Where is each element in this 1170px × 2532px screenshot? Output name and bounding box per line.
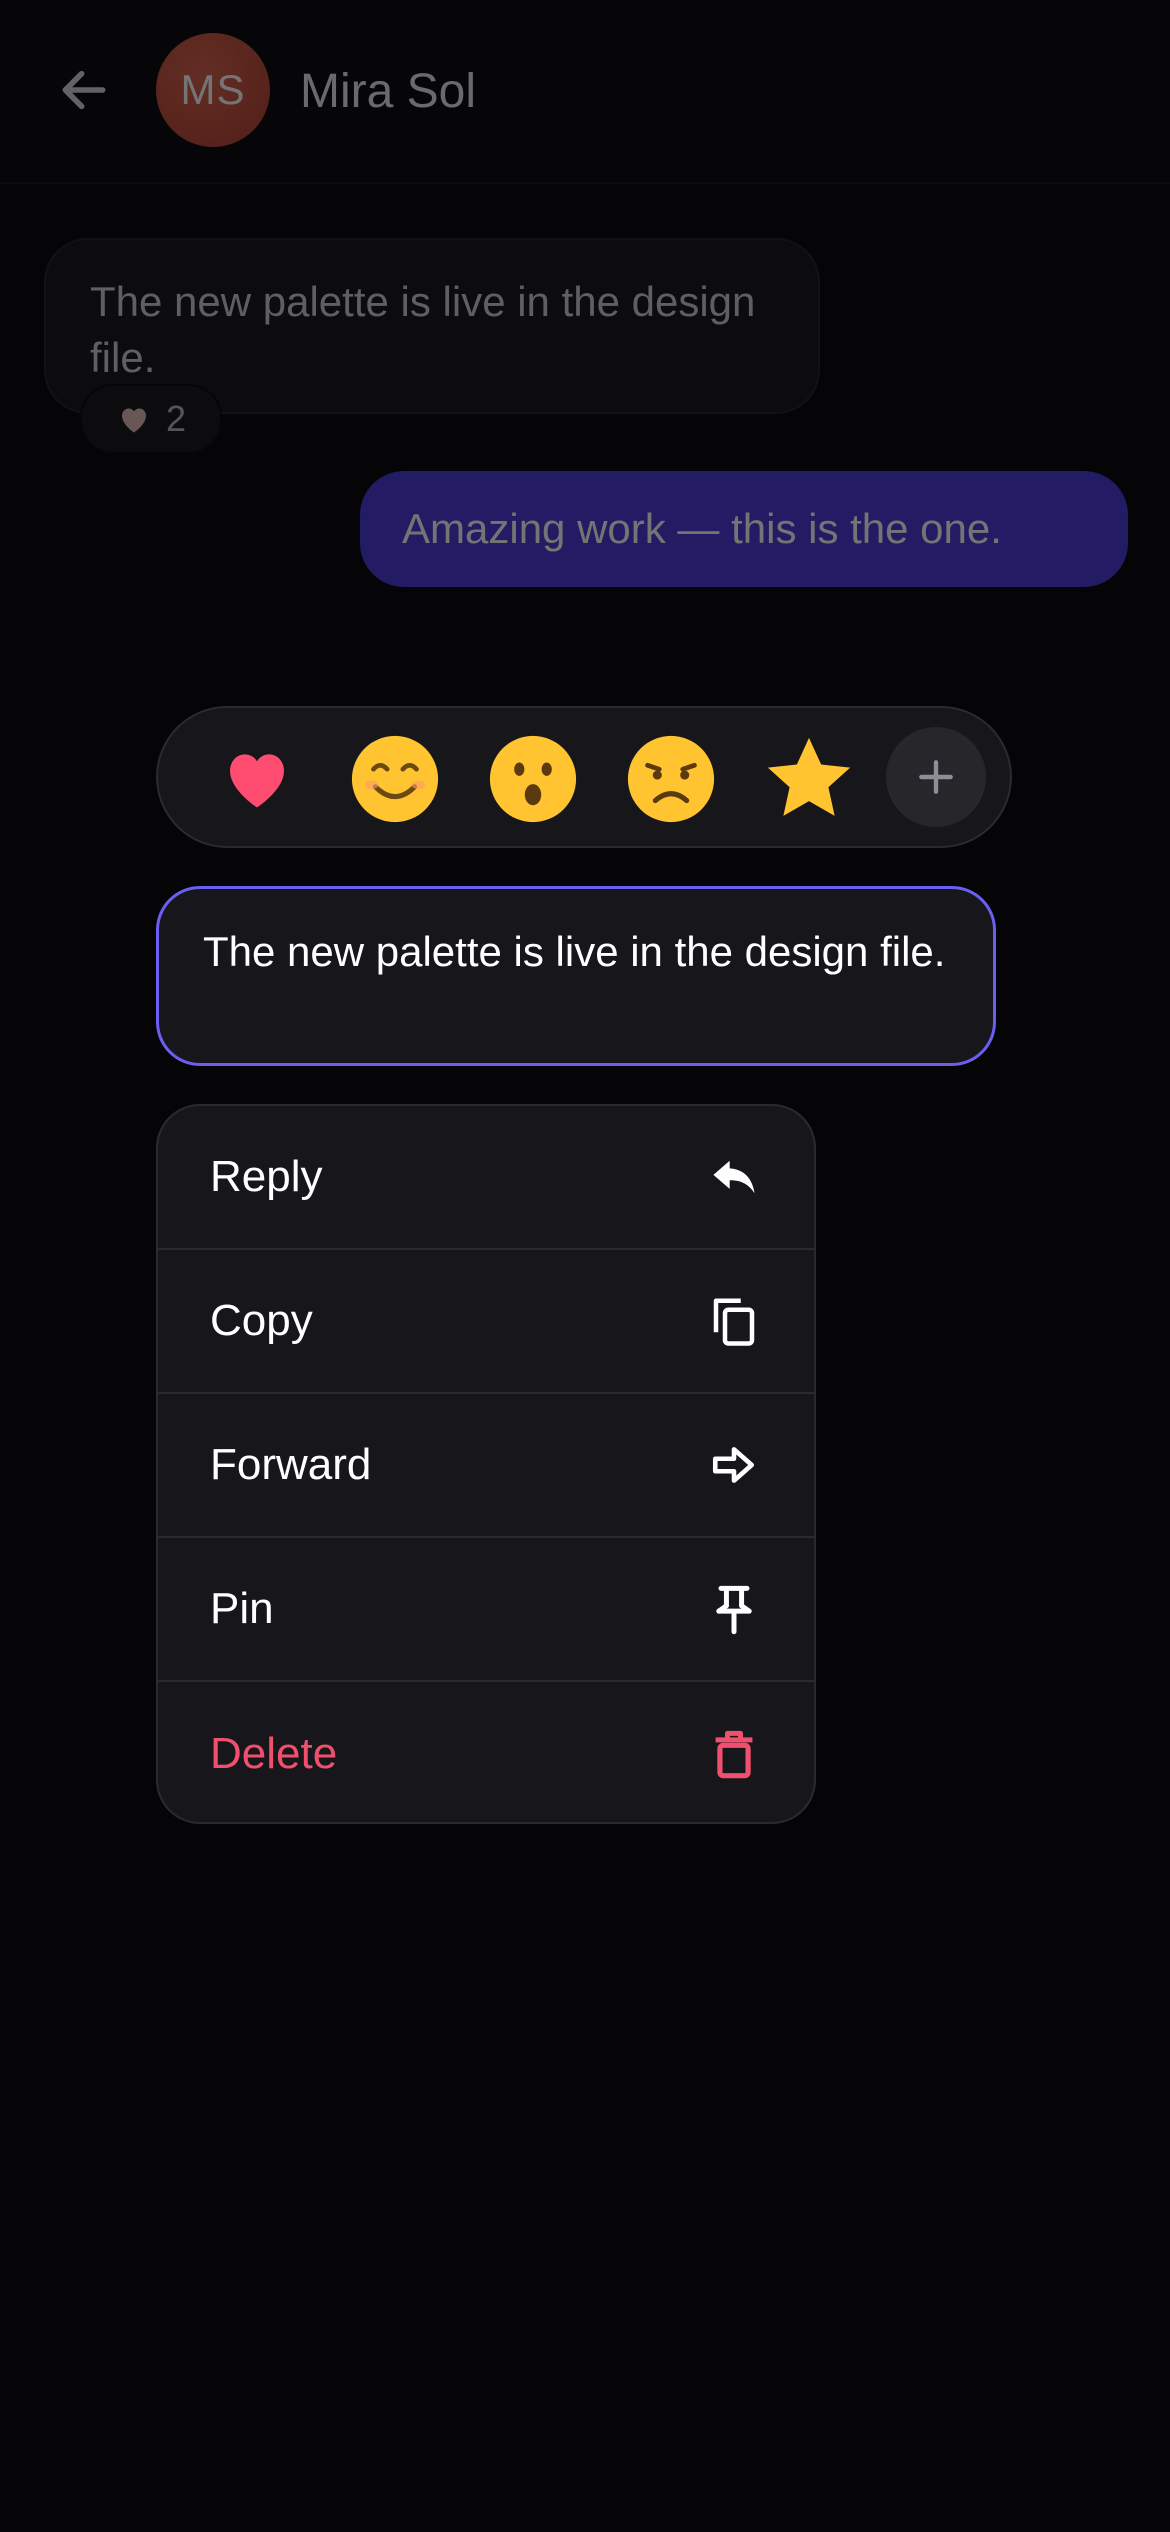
heart-icon — [230, 754, 284, 808]
plus-icon — [919, 760, 953, 794]
copy-icon — [706, 1293, 762, 1349]
menu-item-delete[interactable]: Delete — [158, 1682, 814, 1822]
heart-icon — [121, 408, 146, 433]
menu-item-label: Copy — [210, 1296, 313, 1345]
selected-message-text: The new palette is live in the design fi… — [203, 928, 946, 975]
avatar-initials: MS — [180, 66, 246, 113]
menu-item-copy[interactable]: Copy — [158, 1250, 814, 1394]
selected-message: The new palette is live in the design fi… — [156, 886, 996, 1066]
arrow-left-icon — [62, 70, 106, 110]
chat-header: MS Mira Sol — [0, 0, 1170, 184]
smiling-face-icon — [351, 735, 439, 823]
reaction-surprised[interactable] — [486, 732, 580, 826]
trash-icon — [706, 1726, 762, 1782]
incoming-message-text: The new palette is live in the design fi… — [90, 278, 756, 381]
back-button[interactable] — [52, 58, 116, 122]
menu-item-pin[interactable]: Pin — [158, 1538, 814, 1682]
more-reactions-button[interactable] — [886, 727, 986, 827]
contact-name[interactable]: Mira Sol — [300, 64, 476, 119]
outgoing-message-text: Amazing work — this is the one. — [402, 505, 1002, 552]
reaction-smile[interactable] — [348, 732, 442, 826]
forward-icon — [706, 1437, 762, 1493]
reaction-sad[interactable] — [624, 732, 718, 826]
reaction-chip[interactable]: 2 — [80, 384, 222, 454]
frowning-face-icon — [627, 735, 715, 823]
menu-item-reply[interactable]: Reply — [158, 1106, 814, 1250]
star-icon — [767, 737, 851, 816]
menu-item-label: Reply — [210, 1152, 323, 1201]
avatar[interactable]: MS — [156, 33, 270, 147]
outgoing-message[interactable]: Amazing work — this is the one. — [360, 471, 1128, 587]
reaction-picker — [156, 706, 1012, 848]
reply-icon — [706, 1149, 762, 1205]
reaction-star[interactable] — [762, 732, 856, 826]
reaction-count: 2 — [165, 398, 187, 439]
menu-item-label: Pin — [210, 1584, 274, 1633]
surprised-face-icon — [489, 735, 577, 823]
menu-item-label: Delete — [210, 1729, 338, 1778]
context-menu: Reply Copy Forward Pin Delete — [156, 1104, 816, 1824]
menu-item-label: Forward — [210, 1440, 372, 1489]
pin-icon — [706, 1581, 762, 1637]
menu-item-forward[interactable]: Forward — [158, 1394, 814, 1538]
reaction-heart[interactable] — [210, 732, 304, 826]
